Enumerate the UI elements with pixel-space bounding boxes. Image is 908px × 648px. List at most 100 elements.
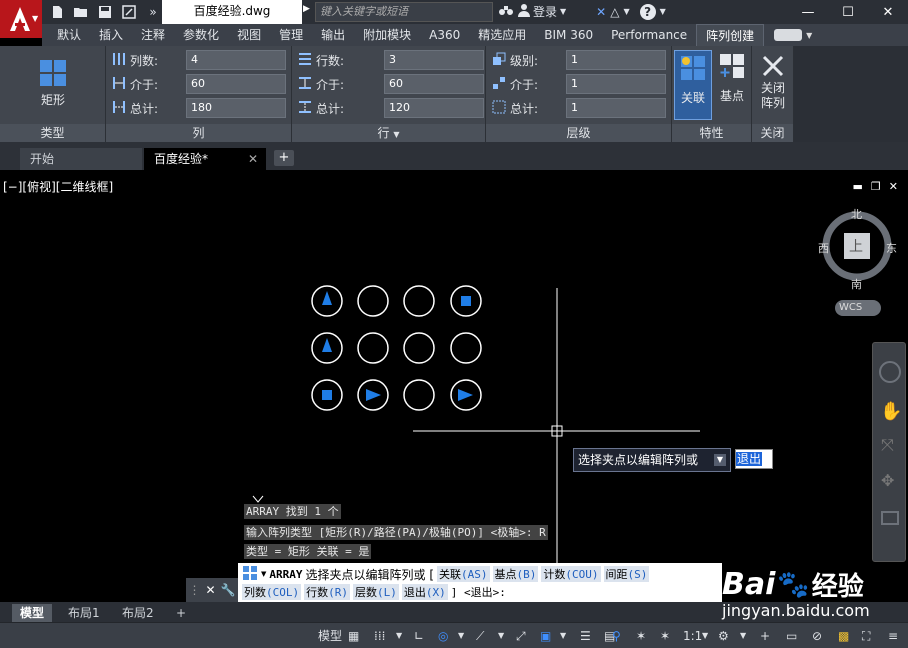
tab-current-drawing[interactable]: 百度经验* ✕ [144, 148, 266, 170]
tab-parametric[interactable]: 参数化 [174, 24, 228, 46]
clean-screen-icon[interactable]: ⛶ [862, 627, 870, 645]
compass-south[interactable]: 南 [851, 276, 862, 292]
option-spacing[interactable]: 间距(S) [603, 566, 650, 582]
maximize-icon[interactable]: ☐ [828, 0, 868, 24]
chevron-down-icon[interactable]: ▼ [396, 627, 402, 645]
customize-wrench-icon[interactable]: 🔧 [221, 583, 236, 597]
object-snap-icon[interactable]: ▣ [540, 627, 551, 645]
rows-total-input[interactable]: 120 [384, 98, 484, 118]
option-exit[interactable]: 退出(X) [401, 584, 448, 600]
ribbon-options-toggle[interactable] [774, 29, 803, 41]
isodraft-icon[interactable]: ⟋ [476, 627, 484, 645]
exchange-icon[interactable]: ✕ [596, 5, 606, 19]
rows-count-input[interactable]: 3 [384, 50, 484, 70]
tab-featured-apps[interactable]: 精选应用 [469, 24, 535, 46]
compass-west[interactable]: 西 [818, 240, 829, 256]
snap-mode-icon[interactable]: ⁞⁞⁞ [374, 627, 385, 645]
close-icon[interactable]: ✕ [205, 583, 215, 597]
selection-cycling-icon[interactable]: ⚲ [612, 627, 621, 645]
ortho-icon[interactable]: ∟ [414, 627, 424, 645]
viewcube-top-face[interactable]: 上 [849, 236, 863, 256]
levels-count-input[interactable]: 1 [566, 50, 666, 70]
help-icon[interactable]: ? [639, 3, 656, 20]
auto-scale-icon[interactable]: ✶ [660, 627, 670, 645]
model-space-button[interactable]: 模型 [318, 627, 342, 645]
option-levels[interactable]: 层数(L) [353, 584, 399, 600]
lineweight-icon[interactable]: ☰ [580, 627, 591, 645]
tab-model[interactable]: 模型 [12, 604, 53, 622]
close-tab-icon[interactable]: ✕ [248, 148, 258, 170]
add-layout-icon[interactable]: + [168, 604, 194, 622]
array-circle[interactable] [403, 285, 435, 317]
grid-icon[interactable]: ▦ [348, 627, 359, 645]
rows-between-input[interactable]: 60 [384, 74, 484, 94]
chevron-down-icon[interactable]: ▼ [458, 627, 464, 645]
new-tab-button[interactable]: + [274, 150, 294, 166]
tab-annotate[interactable]: 注释 [132, 24, 174, 46]
array-command-icon[interactable] [242, 565, 258, 584]
column-count-grip-icon[interactable] [458, 389, 473, 401]
showmotion-icon[interactable] [881, 511, 899, 525]
close-icon[interactable]: ✕ [868, 0, 908, 24]
tab-array-creation[interactable]: 阵列创建 [696, 24, 765, 46]
more-commands-icon[interactable]: » [142, 2, 164, 22]
customization-menu-icon[interactable]: ≡ [888, 627, 898, 645]
tab-layout1[interactable]: 布局1 [60, 604, 108, 622]
tab-a360[interactable]: A360 [420, 24, 469, 46]
row-spacing-grip-icon[interactable] [322, 338, 332, 352]
pan-icon[interactable]: ✋ [880, 401, 902, 422]
tab-default[interactable]: 默认 [48, 24, 90, 46]
rectangular-button[interactable]: 矩形 [30, 58, 76, 108]
tab-insert[interactable]: 插入 [90, 24, 132, 46]
chevron-down-icon[interactable]: ▼ [560, 627, 566, 645]
wcs-menu[interactable]: WCS [835, 300, 881, 316]
chevron-down-icon[interactable]: ▼ [498, 627, 504, 645]
array-circle[interactable] [357, 332, 389, 364]
levels-between-input[interactable]: 1 [566, 74, 666, 94]
quick-properties-icon[interactable]: ⊘ [812, 627, 822, 645]
minimize-icon[interactable]: — [788, 0, 828, 24]
tab-view[interactable]: 视图 [228, 24, 270, 46]
login-button[interactable]: 登录 ▼ [518, 3, 566, 20]
option-base-point[interactable]: 基点(B) [492, 566, 539, 582]
save-as-icon[interactable] [118, 2, 140, 22]
search-input[interactable]: 键入关键字或短语 [315, 2, 493, 22]
grip-handle-icon[interactable]: ⋮ [188, 583, 200, 597]
columns-total-input[interactable]: 180 [186, 98, 286, 118]
tab-start[interactable]: 开始 [20, 148, 142, 170]
array-circle[interactable] [357, 285, 389, 317]
column-spacing-grip-icon[interactable] [366, 389, 381, 401]
command-input[interactable]: ▼ ARRAY 选择夹点以编辑阵列或 [ 关联(AS) 基点(B) 计数(COU… [238, 563, 722, 603]
polar-tracking-icon[interactable]: ◎ [438, 627, 448, 645]
columns-between-input[interactable]: 60 [186, 74, 286, 94]
tab-performance[interactable]: Performance [602, 24, 696, 46]
array-circle[interactable] [403, 379, 435, 411]
binoculars-icon[interactable] [498, 3, 514, 20]
new-file-icon[interactable] [46, 2, 68, 22]
row-count-grip-icon[interactable] [322, 291, 332, 305]
chevron-down-icon[interactable]: ▼ [714, 454, 726, 466]
tab-addins[interactable]: 附加模块 [354, 24, 420, 46]
dynamic-input-field[interactable]: 退出 [735, 449, 773, 469]
array-circle[interactable] [403, 332, 435, 364]
close-array-button[interactable]: 关闭 阵列 [756, 54, 790, 111]
units-icon[interactable]: ▭ [786, 627, 797, 645]
viewcube[interactable]: 北 南 西 东 上 [818, 206, 897, 296]
application-menu-button[interactable]: ▼ [0, 0, 42, 38]
chevron-down-icon[interactable]: ▼ [740, 627, 746, 645]
levels-total-input[interactable]: 1 [566, 98, 666, 118]
steering-wheel-icon[interactable] [879, 361, 901, 383]
tab-manage[interactable]: 管理 [270, 24, 312, 46]
option-rows[interactable]: 行数(R) [304, 584, 350, 600]
rows-panel-title[interactable]: 行 ▼ [292, 124, 485, 142]
array-circle[interactable] [450, 332, 482, 364]
option-columns[interactable]: 列数(COL) [242, 584, 302, 600]
lock-ui-icon[interactable]: ▩ [838, 627, 849, 645]
open-file-icon[interactable] [70, 2, 92, 22]
compass-east[interactable]: 东 [886, 240, 897, 256]
a360-icon[interactable]: △ [610, 5, 619, 19]
corner-grip-icon[interactable] [461, 296, 471, 306]
tab-output[interactable]: 输出 [312, 24, 354, 46]
annotation-scale[interactable]: 1:1 [683, 627, 702, 645]
save-icon[interactable] [94, 2, 116, 22]
